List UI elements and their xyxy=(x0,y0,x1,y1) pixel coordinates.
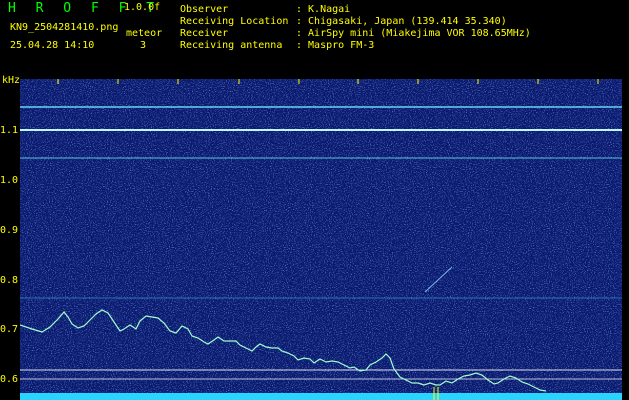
location-value: : Chigasaki, Japan (139.414 35.340) xyxy=(296,16,507,27)
freq-tick: 1.1 xyxy=(0,125,19,136)
header-panel: H R O F F T 1.0.0f KN9_2504281410.png me… xyxy=(0,0,629,76)
bottom-band xyxy=(20,393,622,400)
freq-tick: 0.8 xyxy=(0,275,19,286)
spectrogram[interactable] xyxy=(20,79,622,400)
freq-tick: 0.7 xyxy=(0,324,19,335)
antenna-key: Receiving antenna xyxy=(180,40,283,51)
receiver-key: Receiver xyxy=(180,28,229,39)
noise-texture xyxy=(20,79,622,400)
freq-tick: 0.9 xyxy=(0,225,19,236)
y-axis-unit: kHz xyxy=(2,75,21,86)
file-name: KN9_2504281410.png xyxy=(10,22,119,33)
antenna-value: : Maspro FM-3 xyxy=(296,40,375,51)
observer-value: : K.Nagai xyxy=(296,4,351,15)
observer-key: Observer xyxy=(180,4,229,15)
capture-timestamp: 25.04.28 14:10 xyxy=(10,40,95,51)
location-key: Receiving Location xyxy=(180,16,289,27)
meteor-count: 3 xyxy=(140,40,147,51)
freq-tick: 0.6 xyxy=(0,374,19,385)
meteor-label: meteor xyxy=(126,28,163,39)
app-version: 1.0.0f xyxy=(124,2,161,13)
freq-tick: 1.0 xyxy=(0,175,19,186)
receiver-value: : AirSpy mini (Miakejima VOR 108.65MHz) xyxy=(296,28,531,39)
